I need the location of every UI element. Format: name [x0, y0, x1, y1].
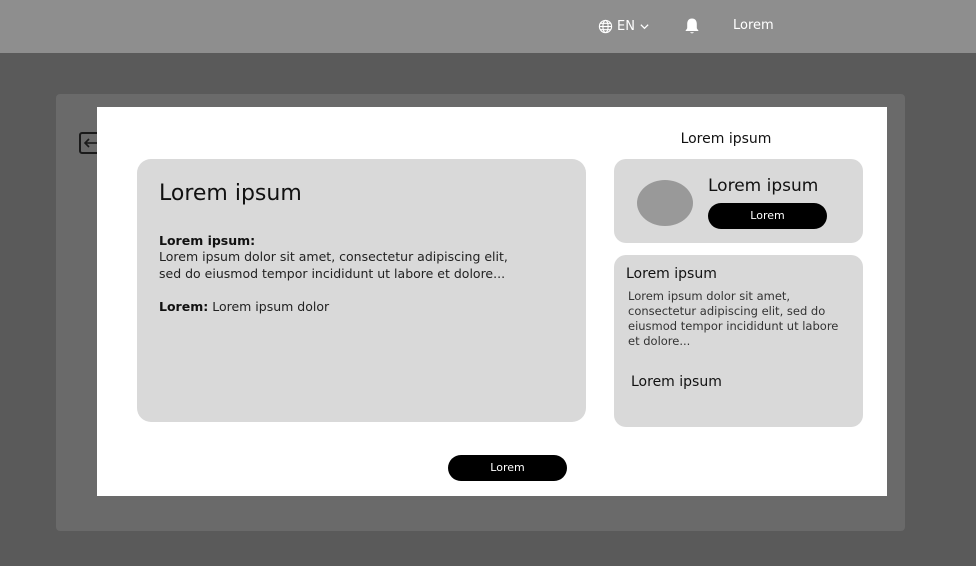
info-subtitle: Lorem ipsum — [631, 374, 722, 390]
top-navigation-bar: EN Lorem — [0, 0, 976, 53]
profile-card: Lorem ipsum Lorem — [614, 159, 863, 243]
meta-value: Lorem ipsum dolor — [212, 299, 330, 314]
info-description: Lorem ipsum dolor sit amet, consectetur … — [628, 289, 839, 348]
language-selector[interactable]: EN — [598, 17, 650, 35]
info-card: Lorem ipsum Lorem ipsum dolor sit amet, … — [614, 255, 863, 427]
info-title: Lorem ipsum — [626, 266, 717, 282]
language-code: EN — [617, 18, 635, 34]
globe-icon — [598, 19, 613, 33]
details-label: Lorem ipsum: — [159, 233, 256, 248]
avatar — [637, 180, 693, 226]
meta-label: Lorem: — [159, 299, 209, 314]
profile-action-button[interactable]: Lorem — [708, 203, 827, 229]
profile-name: Lorem ipsum — [708, 176, 819, 196]
chevron-down-icon — [640, 23, 649, 29]
modal-dialog: Lorem ipsum Lorem ipsum: Lorem ipsum dol… — [97, 107, 887, 496]
details-meta: Lorem: Lorem ipsum dolor — [159, 299, 329, 314]
details-card: Lorem ipsum Lorem ipsum: Lorem ipsum dol… — [137, 159, 586, 422]
user-menu-link[interactable]: Lorem — [733, 18, 774, 33]
details-title: Lorem ipsum — [159, 181, 302, 206]
bell-icon[interactable] — [682, 16, 702, 36]
side-heading: Lorem ipsum — [680, 131, 772, 147]
modal-primary-button[interactable]: Lorem — [448, 455, 567, 481]
details-description: Lorem ipsum dolor sit amet, consectetur … — [159, 249, 508, 281]
